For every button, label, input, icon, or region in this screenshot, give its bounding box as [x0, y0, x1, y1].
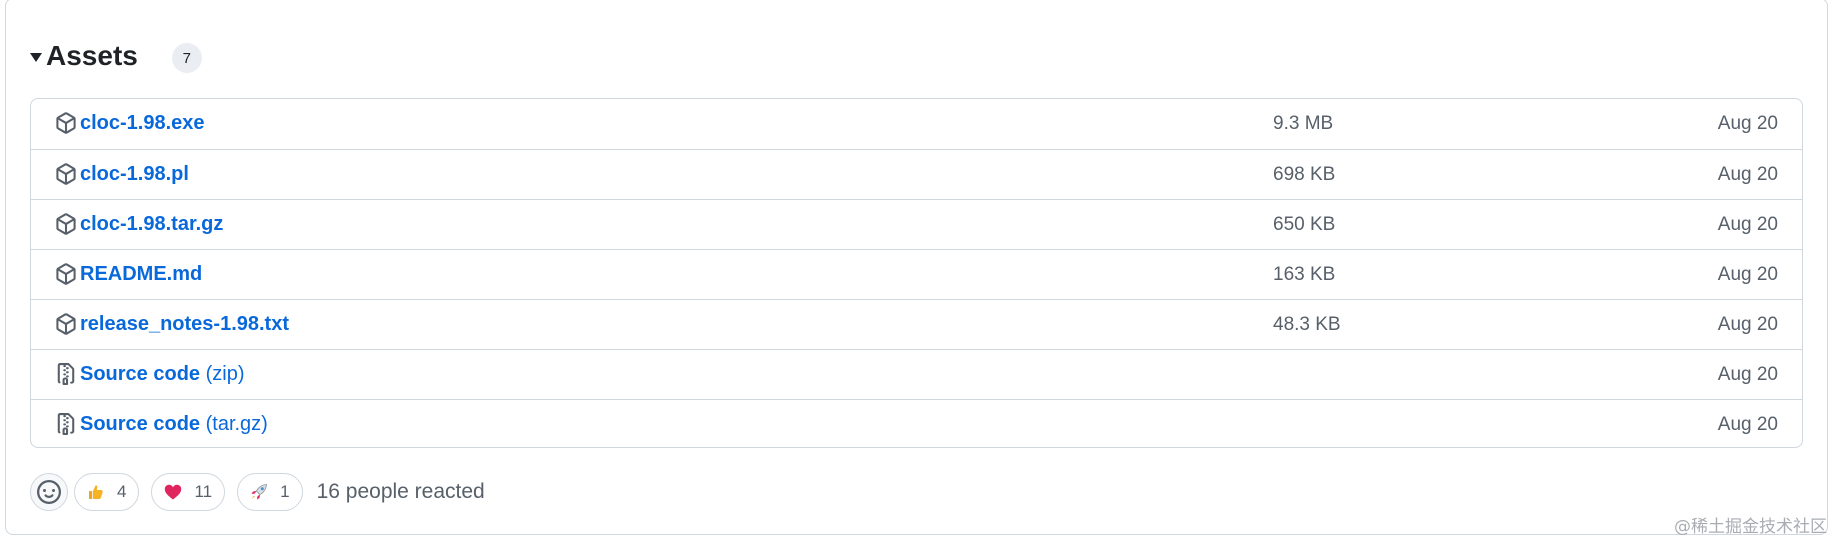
- asset-link[interactable]: README.md: [80, 263, 202, 286]
- reactions-bar: 4 11 1 16 people reacted: [30, 472, 485, 512]
- asset-date: Aug 20: [1717, 164, 1778, 185]
- reaction-count: 4: [117, 482, 127, 501]
- asset-link-suffix: (zip): [200, 363, 245, 385]
- asset-link[interactable]: Source code (zip): [80, 363, 245, 386]
- asset-row: cloc-1.98.tar.gz 650 KB Aug 20: [31, 199, 1802, 249]
- asset-date: Aug 20: [1717, 214, 1778, 235]
- asset-date: Aug 20: [1717, 113, 1778, 134]
- asset-date: Aug 20: [1717, 314, 1778, 335]
- asset-row: cloc-1.98.pl 698 KB Aug 20: [31, 149, 1802, 199]
- asset-date: Aug 20: [1717, 364, 1778, 385]
- package-icon: [56, 163, 76, 185]
- reaction-thumbs-up-button[interactable]: 4: [74, 473, 140, 511]
- asset-link-label: Source code: [80, 413, 201, 435]
- asset-row: README.md 163 KB Aug 20: [31, 249, 1802, 299]
- asset-link-label: Source code: [80, 363, 201, 385]
- heart-icon: [162, 481, 184, 503]
- asset-row: Source code (tar.gz) Aug 20: [31, 399, 1802, 447]
- asset-size: 163 KB: [1273, 264, 1336, 285]
- asset-link[interactable]: cloc-1.98.exe: [80, 112, 205, 135]
- triangle-down-icon: [30, 52, 42, 62]
- assets-title: Assets: [46, 40, 138, 71]
- package-icon: [56, 213, 76, 235]
- asset-size: 698 KB: [1273, 164, 1336, 185]
- assets-count-badge: 7: [171, 43, 202, 73]
- asset-row: release_notes-1.98.txt 48.3 KB Aug 20: [31, 299, 1802, 349]
- thumbs-up-icon: [85, 481, 107, 503]
- reaction-rocket-button[interactable]: 1: [237, 473, 303, 511]
- rocket-icon: [248, 481, 270, 503]
- reaction-count: 11: [194, 482, 213, 501]
- asset-row: cloc-1.98.exe 9.3 MB Aug 20: [31, 99, 1802, 149]
- assets-toggle[interactable]: Assets 7: [30, 36, 202, 76]
- asset-link[interactable]: Source code (tar.gz): [80, 413, 268, 436]
- asset-link[interactable]: cloc-1.98.tar.gz: [80, 213, 223, 236]
- watermark: @稀土掘金技术社区: [1674, 517, 1827, 537]
- assets-list: cloc-1.98.exe 9.3 MB Aug 20 cloc-1.98.pl…: [30, 98, 1803, 448]
- reaction-heart-button[interactable]: 11: [151, 473, 226, 511]
- package-icon: [56, 313, 76, 335]
- reaction-count: 1: [280, 482, 290, 501]
- asset-row: Source code (zip) Aug 20: [31, 349, 1802, 399]
- add-reaction-button[interactable]: [30, 473, 68, 511]
- smiley-icon: [37, 480, 61, 504]
- asset-link[interactable]: release_notes-1.98.txt: [80, 313, 289, 336]
- asset-link-suffix: (tar.gz): [200, 413, 268, 435]
- package-icon: [56, 112, 76, 134]
- asset-size: 48.3 KB: [1273, 314, 1341, 335]
- asset-size: 650 KB: [1273, 214, 1336, 235]
- asset-link[interactable]: cloc-1.98.pl: [80, 163, 189, 186]
- asset-date: Aug 20: [1717, 264, 1778, 285]
- file-zip-icon: [57, 363, 75, 385]
- asset-size: 9.3 MB: [1273, 113, 1334, 134]
- file-zip-icon: [57, 413, 75, 435]
- package-icon: [56, 263, 76, 285]
- reactions-summary: 16 people reacted: [316, 480, 485, 503]
- asset-date: Aug 20: [1717, 414, 1778, 435]
